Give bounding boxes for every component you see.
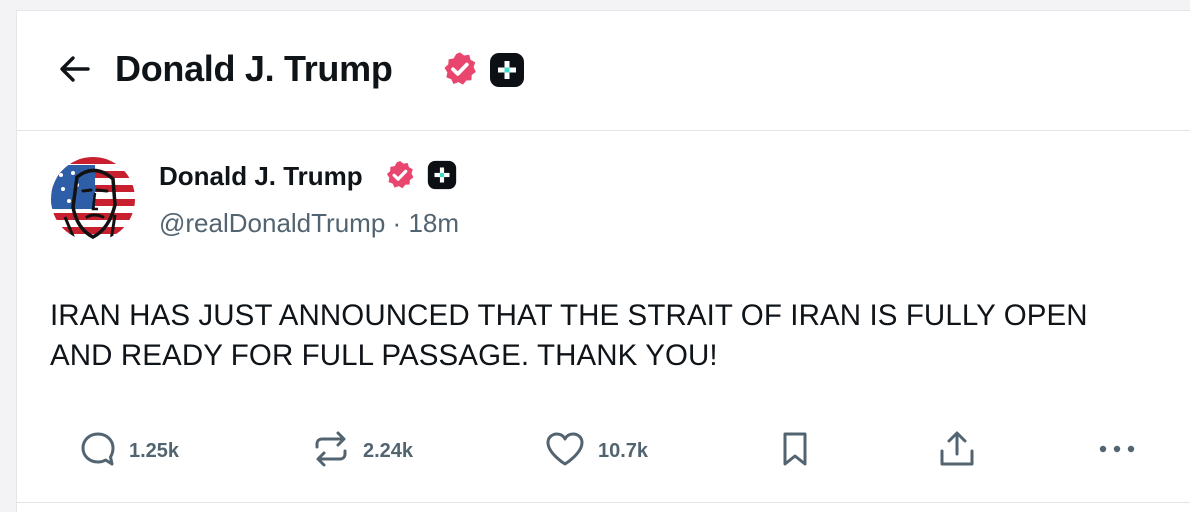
author-handle[interactable]: @realDonaldTrump [159,208,385,238]
like-button[interactable]: 10.7k [544,421,648,481]
like-icon [544,430,586,473]
share-button[interactable] [937,421,977,481]
repost-button[interactable]: 2.24k [311,421,413,481]
page-title: Donald J. Trump [115,48,393,89]
post-page: Donald J. Trump Donald J. Trump @realDon… [16,10,1190,512]
more-button[interactable] [1097,421,1137,481]
author-meta: @realDonaldTrump · 18m [159,206,459,240]
action-bar: 1.25k 2.24k 10.7k [17,421,1190,481]
like-count: 10.7k [598,439,649,462]
top-bar: Donald J. Trump [17,11,1190,131]
verified-badge-icon [384,159,416,196]
bookmark-button[interactable] [779,421,811,481]
plus-badge-icon [427,160,457,195]
divider [17,502,1190,503]
back-button[interactable] [55,51,95,91]
arrow-left-icon [58,54,92,89]
share-icon [937,428,977,475]
repost-count: 2.24k [363,439,414,462]
reply-icon [79,430,117,473]
bookmark-icon [779,429,811,474]
meta-separator: · [392,208,402,238]
avatar[interactable] [51,157,135,241]
repost-icon [311,430,351,473]
verified-badge-icon [441,50,479,93]
more-icon [1097,442,1137,460]
post: Donald J. Trump @realDonaldTrump · 18m I… [17,131,1190,503]
reply-count: 1.25k [129,439,180,462]
plus-badge-icon [489,52,525,93]
post-time[interactable]: 18m [408,208,459,238]
author-name[interactable]: Donald J. Trump [159,159,363,193]
post-text: IRAN HAS JUST ANNOUNCED THAT THE STRAIT … [50,299,1088,372]
reply-button[interactable]: 1.25k [79,421,179,481]
